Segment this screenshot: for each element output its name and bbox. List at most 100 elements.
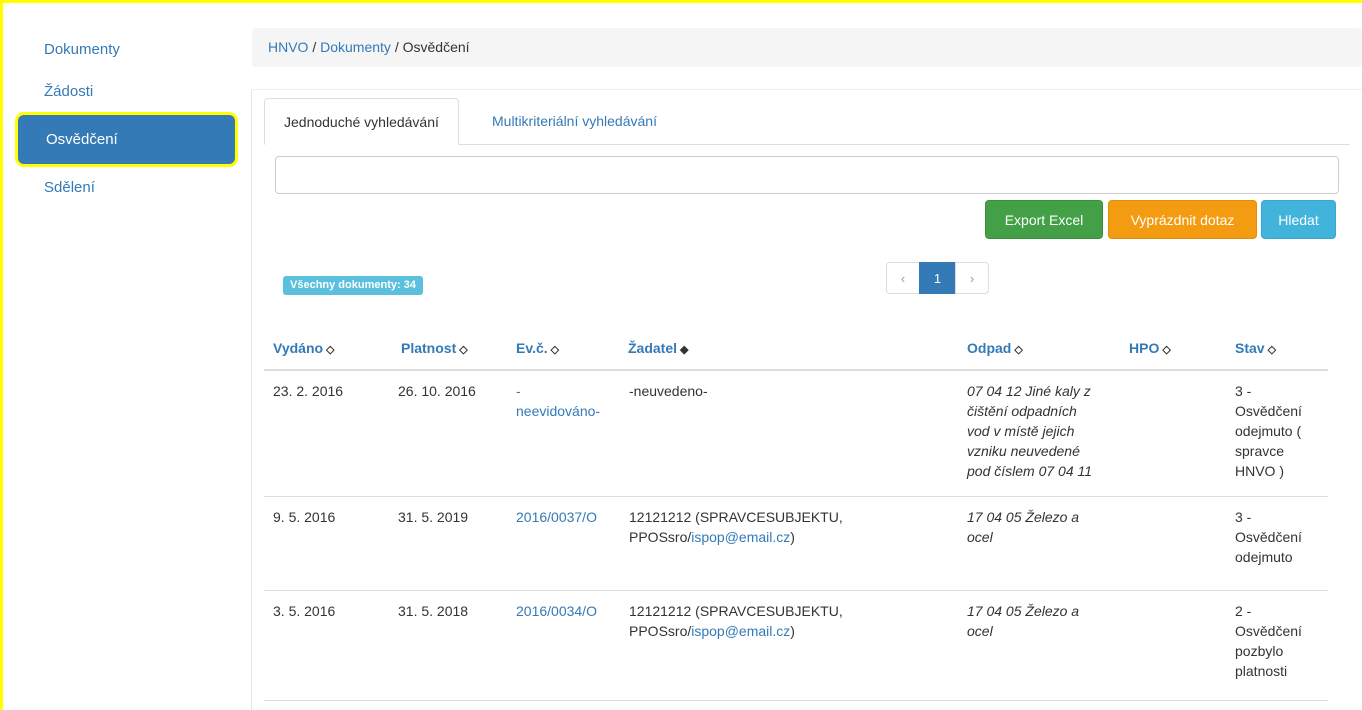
sort-icon: ◇ [459,344,468,356]
column-header-evc[interactable]: Ev.č. ◇ [516,340,559,356]
column-header-label: Platnost [401,340,457,356]
cell-zadatel: 12121212 (SPRAVCESUBJEKTU, PPOSsro/ispop… [629,507,949,547]
cell-line: 3 - [1235,383,1252,399]
cell-line: - [516,383,521,399]
column-header-vydano[interactable]: Vydáno ◇ [273,340,335,356]
cell-line: Osvědčení [1235,623,1302,639]
cell-line: spravce [1235,443,1285,459]
cell-line: 17 04 05 Železo a [967,603,1080,619]
cell-text: ) [790,529,795,545]
cell-text: ) [790,623,795,639]
cell-line: odejmuto ( [1235,423,1302,439]
column-header-label: Žadatel [628,340,678,356]
pagination: ‹ 1 › [886,262,989,294]
cell-zadatel: -neuvedeno- [629,381,949,401]
cell-line: 2016/0034/O [516,603,597,619]
column-header-label: Ev.č. [516,340,548,356]
panel-top-border [252,89,1362,90]
document-count-badge: Všechny dokumenty: 34 [283,276,423,295]
column-header-hpo[interactable]: HPO ◇ [1129,340,1171,356]
search-tabs: Jednoduché vyhledávání Multikriteriální … [264,98,1350,145]
table-row[interactable]: 3. 5. 2016 31. 5. 2018 2016/0034/O 12121… [264,591,1328,701]
email-link[interactable]: ispop@email.cz [691,623,790,639]
sort-icon: ◇ [1267,344,1277,356]
breadcrumb: HNVO / Dokumenty / Osvědčení [252,28,1362,67]
sidebar-item-zadosti[interactable]: Žádosti [12,73,237,115]
clear-query-button[interactable]: Vyprázdnit dotaz [1108,200,1257,239]
cell-line: 3 - [1235,509,1252,525]
cell-vydano: 23. 2. 2016 [273,383,344,399]
column-header-zadatel[interactable]: Žadatel ◆ [628,340,688,356]
search-input[interactable] [275,156,1339,194]
cell-line: vzniku neuvedené [967,443,1080,459]
cell-line: ocel [967,623,993,639]
cell-line: Osvědčení [1235,403,1302,419]
cell-line: čištění odpadních [967,403,1077,419]
cell-odpad: 07 04 12 Jiné kaly z čištění odpadních v… [967,381,1127,481]
breadcrumb-dokumenty[interactable]: Dokumenty [320,39,391,55]
page-1-button[interactable]: 1 [919,262,956,294]
cell-stav: 2 - Osvědčení pozbylo platnosti [1235,601,1325,681]
sort-icon: ◇ [550,344,560,356]
cell-line: PPOSsro/ispop@email.cz) [629,527,949,547]
cell-line: HNVO ) [1235,463,1284,479]
sidebar-item-osvedceni[interactable]: Osvědčení [18,115,235,164]
cell-line: odejmuto [1235,549,1293,565]
sort-icon: ◇ [326,344,335,356]
cell-platnost: 26. 10. 2016 [398,383,476,399]
cell-evc-link[interactable]: 2016/0034/O [516,601,626,621]
cell-evc-link[interactable]: - neevidováno- [516,381,626,421]
highlight-frame-left [0,0,3,710]
table-row[interactable]: 9. 5. 2016 31. 5. 2019 2016/0037/O 12121… [264,497,1328,591]
column-header-label: Odpad [967,340,1012,356]
table-row[interactable]: 23. 2. 2016 26. 10. 2016 - neevidováno- … [264,371,1328,497]
sidebar-item-dokumenty[interactable]: Dokumenty [12,26,237,73]
column-header-label: Vydáno [273,340,324,356]
breadcrumb-current: Osvědčení [402,39,470,55]
cell-text: PPOSsro/ [629,623,692,639]
cell-line: 12121212 (SPRAVCESUBJEKTU, [629,603,843,619]
cell-line: ocel [967,529,993,545]
email-link[interactable]: ispop@email.cz [691,529,790,545]
cell-evc-link[interactable]: 2016/0037/O [516,507,626,527]
cell-vydano: 9. 5. 2016 [273,509,336,525]
sidebar-item-sdeleni[interactable]: Sdělení [12,164,237,211]
cell-stav: 3 - Osvědčení odejmuto [1235,507,1325,567]
prev-page-button[interactable]: ‹ [886,262,920,294]
cell-line: -neuvedeno- [629,383,708,399]
cell-line: neevidováno- [516,403,601,419]
cell-platnost: 31. 5. 2018 [398,603,469,619]
highlight-frame-top [0,0,1362,3]
cell-line: platnosti [1235,663,1288,679]
column-header-odpad[interactable]: Odpad ◇ [967,340,1023,356]
cell-line: Osvědčení [1235,529,1302,545]
sidebar-divider [251,90,252,710]
sort-icon: ◆ [680,344,689,356]
cell-platnost: 31. 5. 2019 [398,509,469,525]
tab-simple-search[interactable]: Jednoduché vyhledávání [264,98,459,145]
cell-line: pozbylo [1235,643,1284,659]
cell-line: PPOSsro/ispop@email.cz) [629,621,949,641]
next-page-button[interactable]: › [955,262,989,294]
cell-vydano: 3. 5. 2016 [273,603,336,619]
cell-line: pod číslem 07 04 11 [967,463,1093,479]
column-header-stav[interactable]: Stav ◇ [1235,340,1276,356]
cell-line: 2016/0037/O [516,509,597,525]
tab-multicriteria-search[interactable]: Multikriteriální vyhledávání [473,98,676,144]
column-header-label: Stav [1235,340,1265,356]
column-header-label: HPO [1129,340,1160,356]
cell-line: vod v místě jejich [967,423,1075,439]
sort-icon: ◇ [1162,344,1171,356]
cell-zadatel: 12121212 (SPRAVCESUBJEKTU, PPOSsro/ispop… [629,601,949,641]
column-header-platnost[interactable]: Platnost ◇ [401,340,468,356]
cell-line: 2 - [1235,603,1252,619]
sort-icon: ◇ [1014,344,1023,356]
cell-line: 07 04 12 Jiné kaly z [967,383,1091,399]
cell-stav: 3 - Osvědčení odejmuto ( spravce HNVO ) [1235,381,1325,481]
cell-line: 12121212 (SPRAVCESUBJEKTU, [629,509,843,525]
breadcrumb-sep: / [308,39,321,55]
search-button[interactable]: Hledat [1261,200,1336,239]
export-excel-button[interactable]: Export Excel [985,200,1103,239]
breadcrumb-hnvo[interactable]: HNVO [268,39,308,55]
cell-odpad: 17 04 05 Železo a ocel [967,507,1127,547]
